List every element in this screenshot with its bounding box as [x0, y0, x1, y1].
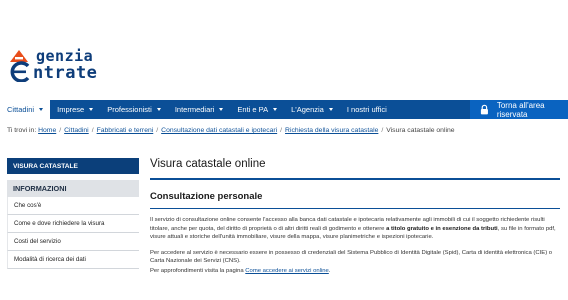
reserved-area-button[interactable]: Torna all'area riservata	[470, 100, 568, 119]
breadcrumb-separator: /	[59, 127, 62, 134]
sidebar-item-come-richiedere[interactable]: Come e dove richiedere la visura	[7, 215, 139, 233]
chevron-down-icon	[156, 108, 161, 111]
breadcrumb-link-consultazione[interactable]: Consultazione dati catastali e ipotecari	[161, 127, 277, 134]
breadcrumb-separator: /	[156, 127, 159, 134]
sidebar-section-informazioni: INFORMAZIONI	[7, 180, 139, 197]
sidebar: VISURA CATASTALE INFORMAZIONI Che cos'è …	[7, 158, 139, 269]
agenzia-logo-emblem-icon	[10, 50, 30, 82]
lock-icon	[480, 104, 488, 115]
nav-label: Cittadini	[7, 105, 35, 114]
sidebar-item-che-cose[interactable]: Che cos'è	[7, 197, 139, 215]
nav-item-enti-pa[interactable]: Enti e PA	[230, 100, 284, 119]
paragraph-more-info: Per approfondimenti visita la pagina Com…	[150, 267, 560, 276]
sidebar-item-costi[interactable]: Costi del servizio	[7, 233, 139, 251]
nav-item-imprese[interactable]: Imprese	[50, 100, 100, 119]
agenzia-entrate-logo[interactable]: genzia ntrate	[7, 47, 127, 84]
breadcrumb-link-fabbricati[interactable]: Fabbricati e terreni	[97, 127, 154, 134]
breadcrumb-link-cittadini[interactable]: Cittadini	[64, 127, 89, 134]
nav-item-professionisti[interactable]: Professionisti	[100, 100, 168, 119]
main-navigation: Cittadini Imprese Professionisti Interme…	[0, 100, 568, 119]
paragraph-text: Per approfondimenti visita la pagina	[150, 267, 246, 274]
main-content: Visura catastale online Consultazione pe…	[150, 158, 560, 276]
breadcrumb: Ti trovi in: Home / Cittadini / Fabbricati e…	[7, 127, 455, 134]
breadcrumb-current: Visura catastale online	[386, 127, 455, 134]
site-header: genzia ntrate	[0, 0, 568, 100]
chevron-down-icon	[39, 108, 44, 111]
paragraph-bold-text: a titolo gratuito e in esenzione da trib…	[386, 225, 498, 232]
chevron-down-icon	[219, 108, 224, 111]
nav-item-intermediari[interactable]: Intermediari	[168, 100, 231, 119]
breadcrumb-separator: /	[280, 127, 283, 134]
nav-label: Enti e PA	[237, 105, 269, 114]
section-title: Consultazione personale	[150, 191, 263, 202]
chevron-down-icon	[273, 108, 278, 111]
nav-label: Imprese	[57, 105, 85, 114]
paragraph-access-requirements: Per accedere al servizio è necessario es…	[150, 249, 553, 265]
sidebar-item-modalita-ricerca[interactable]: Modalità di ricerca dei dati	[7, 251, 139, 269]
page-title: Visura catastale online	[150, 158, 266, 170]
chevron-down-icon	[328, 108, 333, 111]
nav-label: I nostri uffici	[346, 105, 387, 114]
paragraph-service-description: Il servizio di consultazione online cons…	[150, 216, 560, 242]
section-divider	[150, 208, 560, 209]
chevron-down-icon	[89, 108, 94, 111]
nav-label: L'Agenzia	[291, 105, 324, 114]
link-come-accedere[interactable]: Come accedere ai servizi online	[245, 268, 329, 274]
nav-label: Intermediari	[174, 105, 215, 114]
title-divider	[150, 178, 560, 180]
breadcrumb-separator: /	[381, 127, 384, 134]
breadcrumb-link-home[interactable]: Home	[38, 127, 56, 134]
nav-item-nostri-uffici[interactable]: I nostri uffici	[340, 100, 394, 119]
sidebar-title: VISURA CATASTALE	[7, 158, 139, 174]
nav-item-agenzia[interactable]: L'Agenzia	[284, 100, 340, 119]
breadcrumb-separator: /	[91, 127, 94, 134]
logo-text-line2: ntrate	[33, 63, 98, 83]
paragraph-text: .	[328, 267, 331, 274]
nav-item-cittadini[interactable]: Cittadini	[0, 100, 51, 119]
breadcrumb-prefix: Ti trovi in:	[7, 127, 37, 134]
breadcrumb-link-richiesta[interactable]: Richiesta della visura catastale	[285, 127, 378, 134]
reserved-area-label: Torna all'area riservata	[496, 100, 545, 119]
nav-label: Professionisti	[107, 105, 152, 114]
